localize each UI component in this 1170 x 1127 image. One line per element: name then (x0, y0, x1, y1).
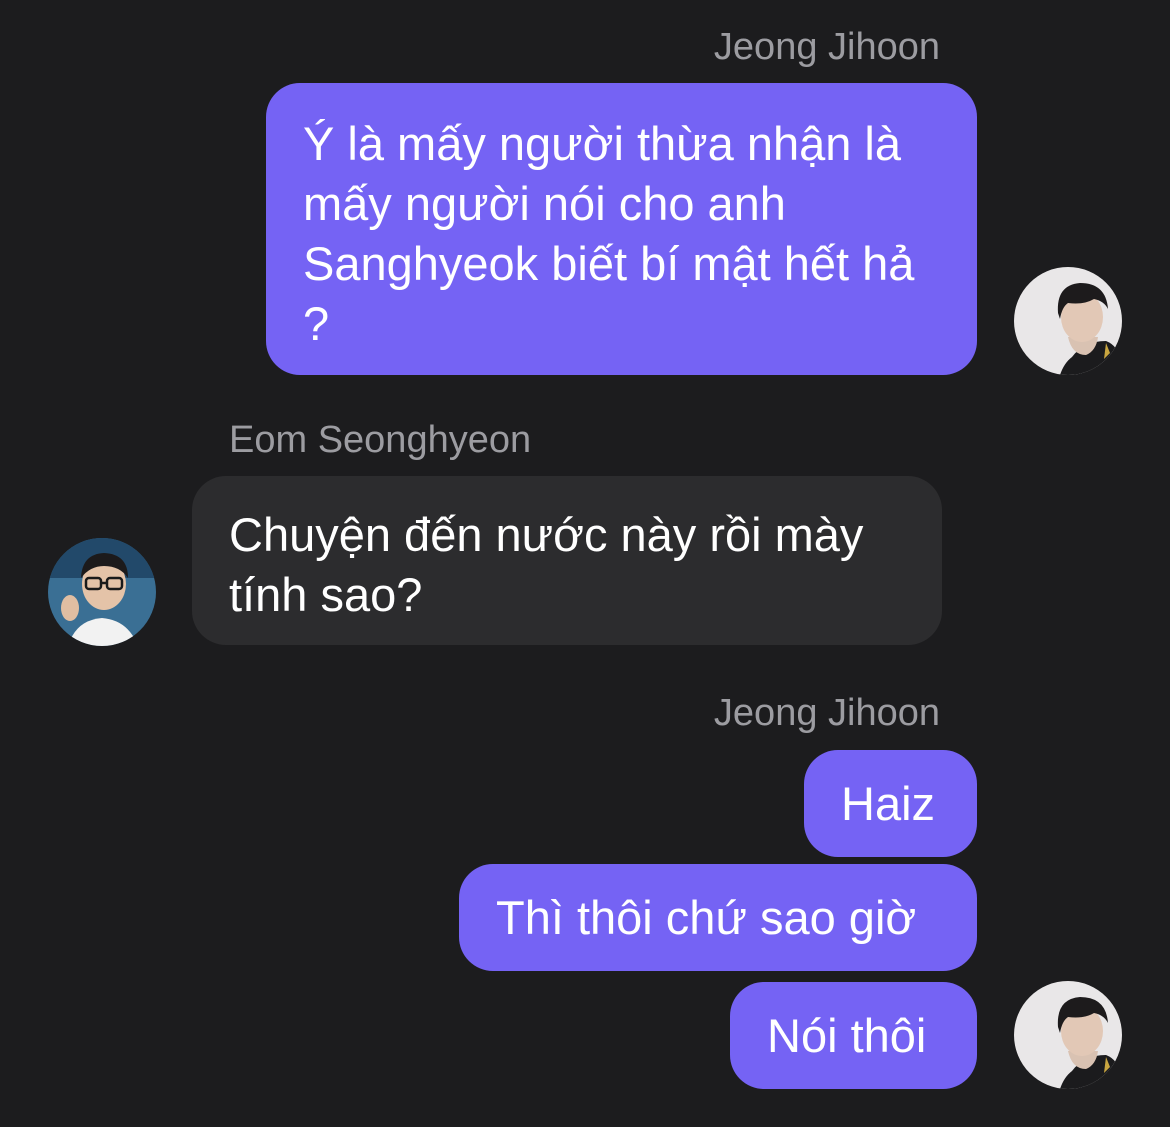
message-bubble-incoming[interactable]: Chuyện đến nước này rồi mày tính sao? (192, 476, 942, 645)
avatar-eom-seonghyeon-icon[interactable] (48, 538, 156, 646)
sender-name: Jeong Jihoon (713, 692, 940, 734)
message-bubble-outgoing[interactable]: Haiz (804, 750, 977, 857)
message-bubble-outgoing[interactable]: Nói thôi (730, 982, 977, 1089)
message-bubble-outgoing[interactable]: Ý là mấy người thừa nhận là mấy người nó… (266, 83, 977, 375)
avatar-jeong-jihoon-icon[interactable] (1014, 267, 1122, 375)
sender-name: Eom Seonghyeon (229, 419, 532, 461)
avatar-jeong-jihoon-icon[interactable] (1014, 981, 1122, 1089)
message-bubble-outgoing[interactable]: Thì thôi chứ sao giờ (459, 864, 977, 971)
sender-name: Jeong Jihoon (713, 26, 940, 68)
